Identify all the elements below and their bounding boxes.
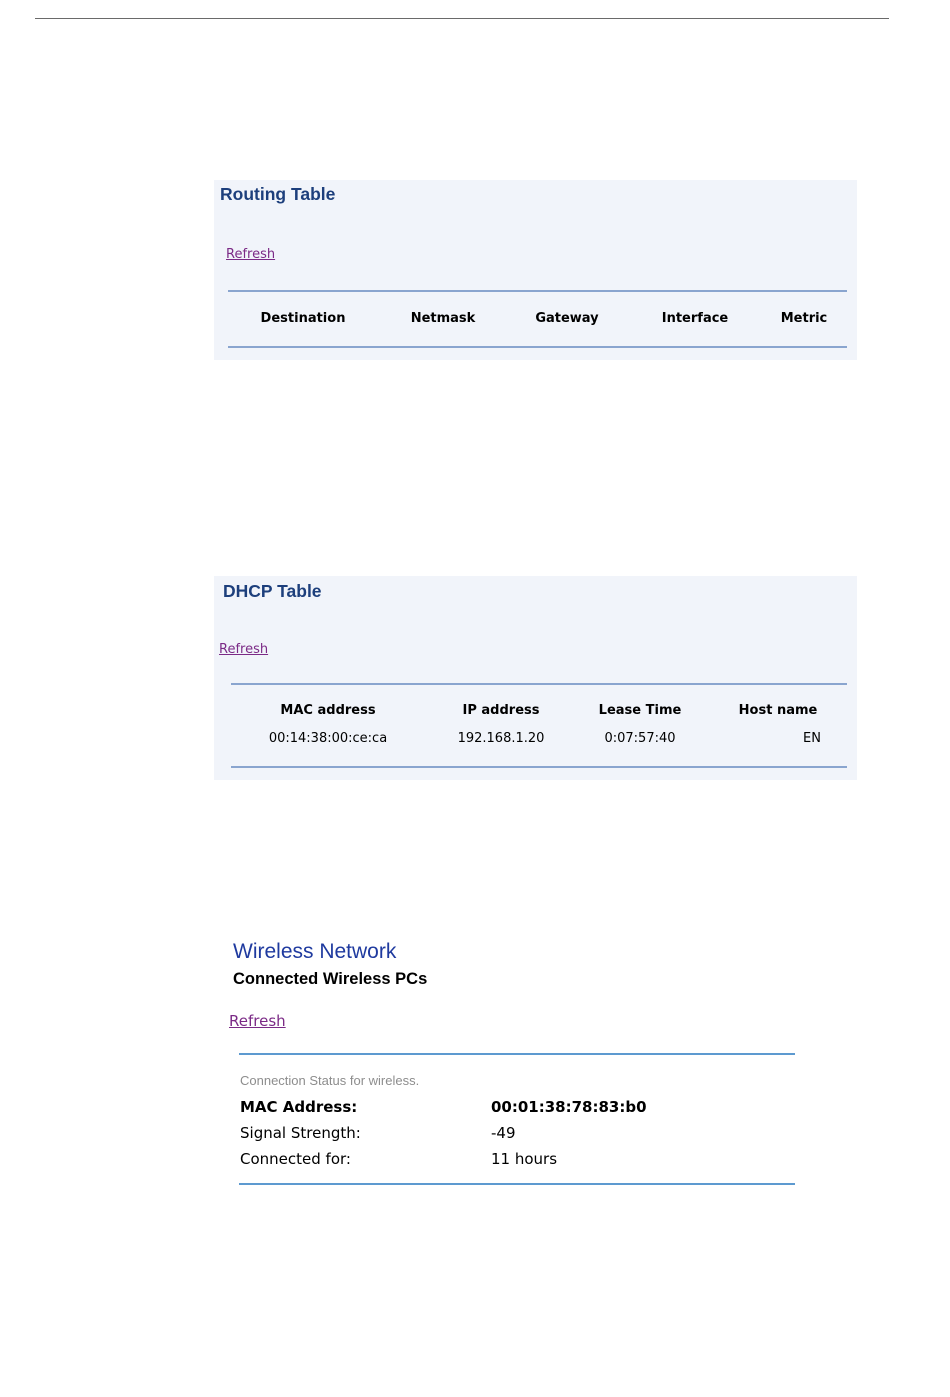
mac-address-value: 00:01:38:78:83:b0 [491, 1098, 647, 1116]
column-header-mac-address: MAC address [280, 703, 376, 718]
connected-for-value: 11 hours [491, 1150, 558, 1168]
dhcp-cell-lease-time: 0:07:57:40 [604, 731, 676, 746]
wireless-top-divider [239, 1053, 795, 1055]
mac-address-label: MAC Address: [240, 1098, 358, 1116]
dhcp-table-title: DHCP Table [223, 581, 322, 601]
page-top-divider [35, 18, 889, 19]
wireless-bottom-divider [239, 1183, 795, 1185]
signal-strength-label: Signal Strength: [240, 1124, 361, 1142]
dhcp-cell-host-name: EN [803, 731, 821, 746]
column-header-netmask: Netmask [410, 311, 476, 326]
connection-status-caption: Connection Status for wireless. [240, 1073, 420, 1088]
wireless-network-title: Wireless Network [233, 940, 397, 963]
column-header-host-name: Host name [738, 703, 818, 718]
wireless-refresh-link[interactable]: Refresh [229, 1012, 286, 1030]
signal-strength-value: -49 [491, 1124, 516, 1142]
dhcp-cell-ip-address: 192.168.1.20 [457, 731, 545, 746]
dhcp-refresh-link[interactable]: Refresh [219, 642, 268, 657]
column-header-destination: Destination [260, 311, 346, 326]
routing-refresh-link[interactable]: Refresh [226, 247, 275, 262]
routing-table-bottom-divider [228, 346, 847, 348]
dhcp-table-bottom-divider [231, 766, 847, 768]
column-header-lease-time: Lease Time [598, 703, 682, 718]
dhcp-cell-mac-address: 00:14:38:00:ce:ca [268, 731, 388, 746]
column-header-ip-address: IP address [462, 703, 540, 718]
connected-for-label: Connected for: [240, 1150, 351, 1168]
connected-wireless-pcs-subtitle: Connected Wireless PCs [233, 970, 428, 988]
dhcp-table-panel: DHCP Table Refresh MAC address IP addres… [214, 576, 857, 780]
wireless-network-section: Wireless Network Connected Wireless PCs … [214, 930, 857, 1200]
routing-table-panel: Routing Table Refresh Destination Netmas… [214, 180, 857, 360]
routing-table-title: Routing Table [220, 184, 336, 204]
column-header-metric: Metric [780, 311, 828, 326]
column-header-gateway: Gateway [535, 311, 599, 326]
routing-table-top-divider [228, 290, 847, 292]
column-header-interface: Interface [661, 311, 729, 326]
dhcp-table-top-divider [231, 683, 847, 685]
